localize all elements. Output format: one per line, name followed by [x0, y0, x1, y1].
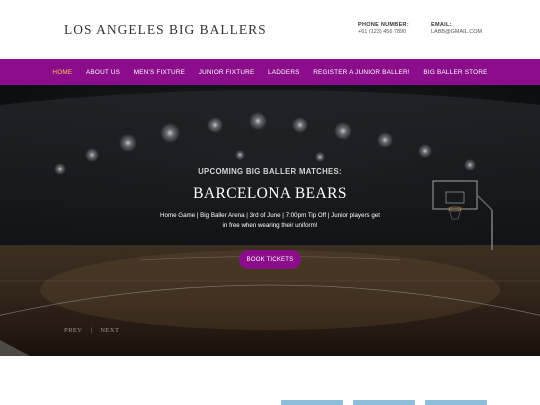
- email-contact: EMAIL: LABB@GMAIL.COM: [431, 22, 482, 37]
- email-value[interactable]: LABB@GMAIL.COM: [431, 29, 482, 36]
- nav-item-home[interactable]: HOME: [52, 69, 72, 76]
- feature-tile-3[interactable]: [425, 400, 487, 405]
- nav-item-mens-fixture[interactable]: MEN'S FIXTURE: [134, 69, 185, 76]
- phone-contact: PHONE NUMBER: +61 (123) 456 7890: [358, 22, 409, 37]
- email-label: EMAIL:: [431, 22, 452, 28]
- next-slide-link[interactable]: NEXT: [100, 327, 119, 334]
- phone-value[interactable]: +61 (123) 456 7890: [358, 29, 409, 36]
- phone-label: PHONE NUMBER:: [358, 22, 409, 28]
- hero-slider: UPCOMING BIG BALLER MATCHES: BARCELONA B…: [0, 85, 540, 356]
- site-header: LOS ANGELES BIG BALLERS PHONE NUMBER: +6…: [0, 0, 540, 59]
- nav-item-junior-fixture[interactable]: JUNIOR FIXTURE: [199, 69, 255, 76]
- slider-separator: |: [90, 327, 93, 334]
- book-tickets-button[interactable]: BOOK TICKETS: [239, 250, 301, 269]
- hero-subtitle: UPCOMING BIG BALLER MATCHES:: [198, 167, 342, 176]
- slider-nav: PREV | NEXT: [64, 327, 119, 334]
- prev-slide-link[interactable]: PREV: [64, 327, 82, 334]
- site-title[interactable]: LOS ANGELES BIG BALLERS: [64, 22, 267, 38]
- nav-item-store[interactable]: BIG BALLER STORE: [423, 69, 487, 76]
- main-nav: HOME ABOUT US MEN'S FIXTURE JUNIOR FIXTU…: [0, 59, 540, 85]
- feature-tile-2[interactable]: [353, 400, 415, 405]
- hero-title: BARCELONA BEARS: [193, 185, 347, 202]
- nav-item-register-junior[interactable]: REGISTER A JUNIOR BALLER!: [313, 69, 410, 76]
- hero-description: Home Game | Big Baller Arena | 3rd of Ju…: [160, 212, 380, 230]
- feature-tile-1[interactable]: [281, 400, 343, 405]
- content-section: [0, 356, 540, 405]
- nav-item-about-us[interactable]: ABOUT US: [86, 69, 120, 76]
- nav-item-ladders[interactable]: LADDERS: [268, 69, 300, 76]
